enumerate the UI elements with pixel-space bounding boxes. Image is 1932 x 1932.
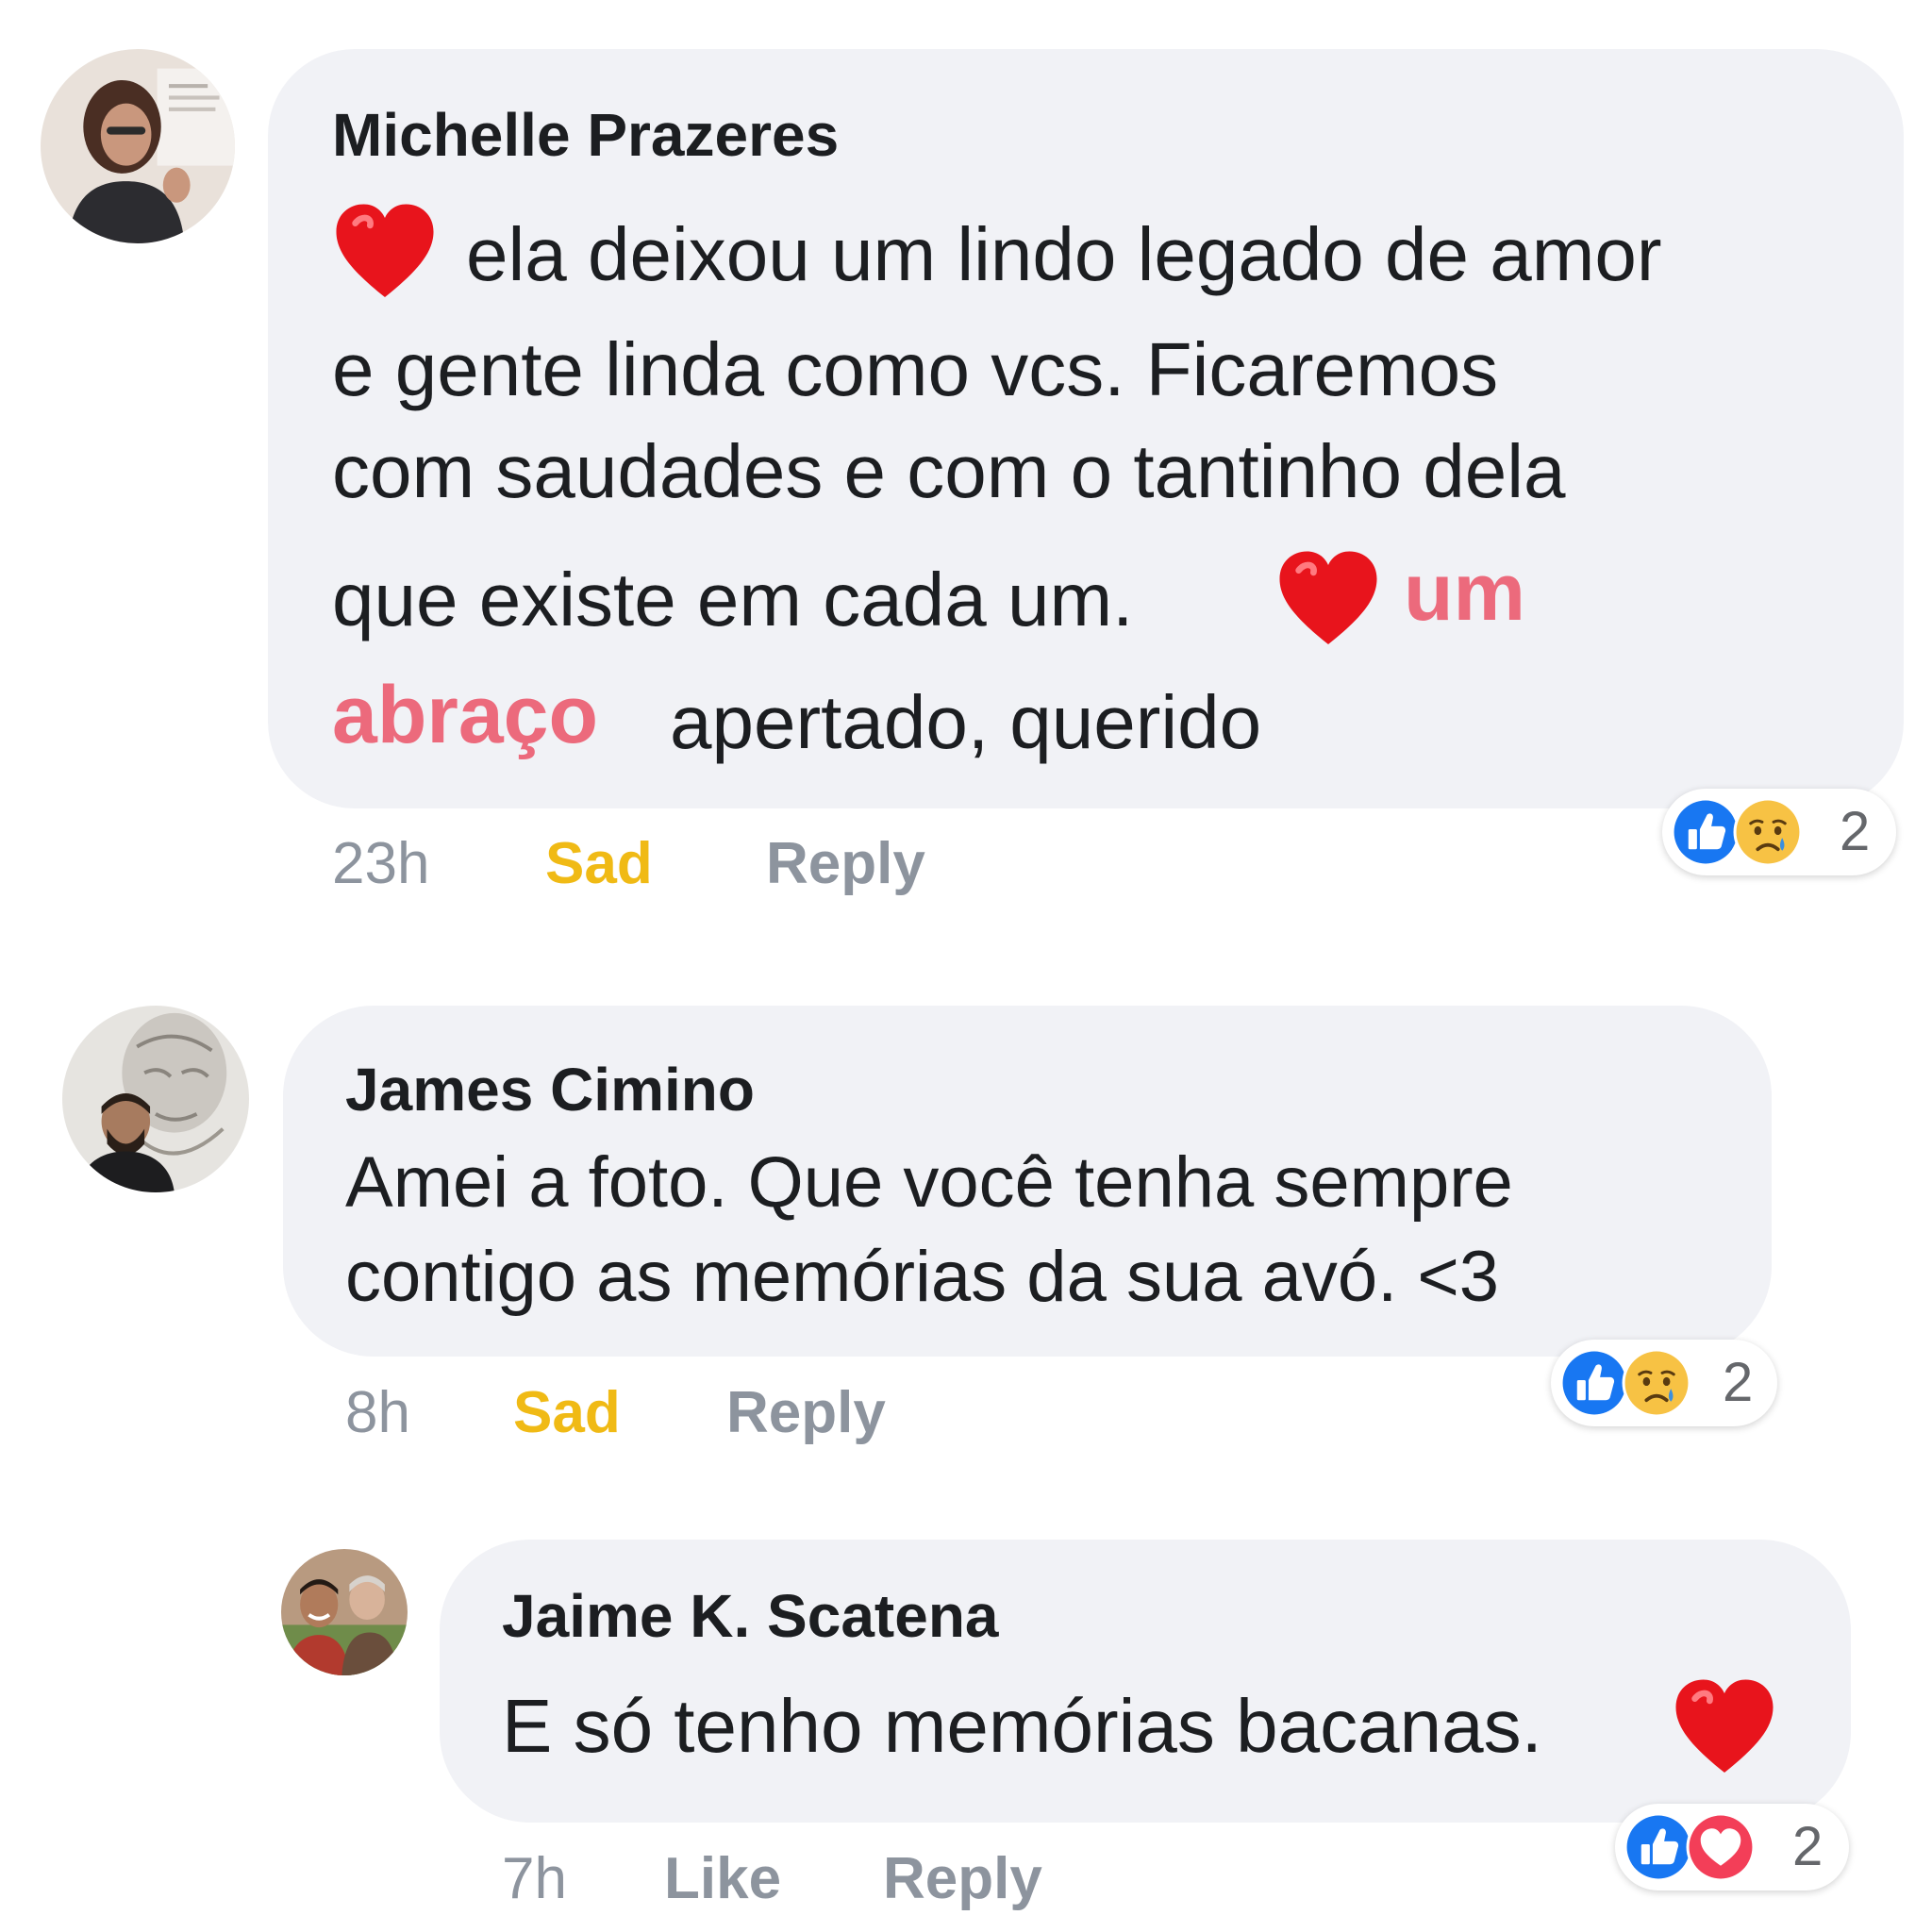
reaction-count: 2 [1840, 801, 1871, 862]
sad-face-icon [1732, 796, 1804, 868]
heart-emoji-icon [332, 200, 438, 306]
timestamp[interactable]: 23h [332, 830, 429, 897]
like-button[interactable]: Like [664, 1845, 781, 1912]
comment-line: E só tenho memórias bacanas. [502, 1684, 1542, 1768]
accent-text: abraço [332, 670, 599, 760]
avatar[interactable] [62, 1006, 249, 1192]
comment-line: com saudades e com o tantinho dela [332, 429, 1566, 513]
reaction-count: 2 [1792, 1816, 1824, 1877]
like-icon [1670, 796, 1741, 868]
comment-line: e gente linda como vcs. Ficaremos [332, 327, 1499, 411]
comment-author[interactable]: James Cimino [345, 1055, 755, 1124]
like-icon [1558, 1347, 1630, 1419]
comment-author[interactable]: Jaime K. Scatena [502, 1581, 999, 1651]
reply-button[interactable]: Reply [883, 1845, 1042, 1912]
reaction-count: 2 [1723, 1352, 1754, 1413]
reaction-action-button[interactable]: Sad [513, 1379, 621, 1446]
comment-line: apertado, querido [670, 680, 1262, 764]
avatar[interactable] [281, 1549, 408, 1675]
reaction-summary[interactable]: 2 [1551, 1340, 1777, 1426]
accent-text: um [1404, 547, 1525, 638]
love-icon [1685, 1811, 1757, 1883]
timestamp[interactable]: 8h [345, 1379, 410, 1446]
comment-author[interactable]: Michelle Prazeres [332, 100, 839, 170]
reaction-action-button[interactable]: Sad [545, 830, 653, 897]
heart-emoji-icon [1672, 1675, 1777, 1781]
comment-line: ela deixou um lindo legado de amor [466, 212, 1662, 296]
comment-line: contigo as memórias da sua avó. <3 [345, 1237, 1500, 1317]
reaction-summary[interactable]: 2 [1662, 789, 1896, 875]
avatar[interactable] [41, 49, 235, 243]
reply-button[interactable]: Reply [726, 1379, 886, 1446]
like-icon [1623, 1811, 1694, 1883]
heart-emoji-icon [1275, 547, 1381, 653]
sad-face-icon [1621, 1347, 1692, 1419]
comment-line: que existe em cada um. [332, 558, 1134, 641]
reply-button[interactable]: Reply [766, 830, 925, 897]
timestamp[interactable]: 7h [502, 1845, 567, 1912]
comment-line: Amei a foto. Que você tenha sempre [345, 1142, 1513, 1223]
reaction-summary[interactable]: 2 [1615, 1804, 1849, 1890]
